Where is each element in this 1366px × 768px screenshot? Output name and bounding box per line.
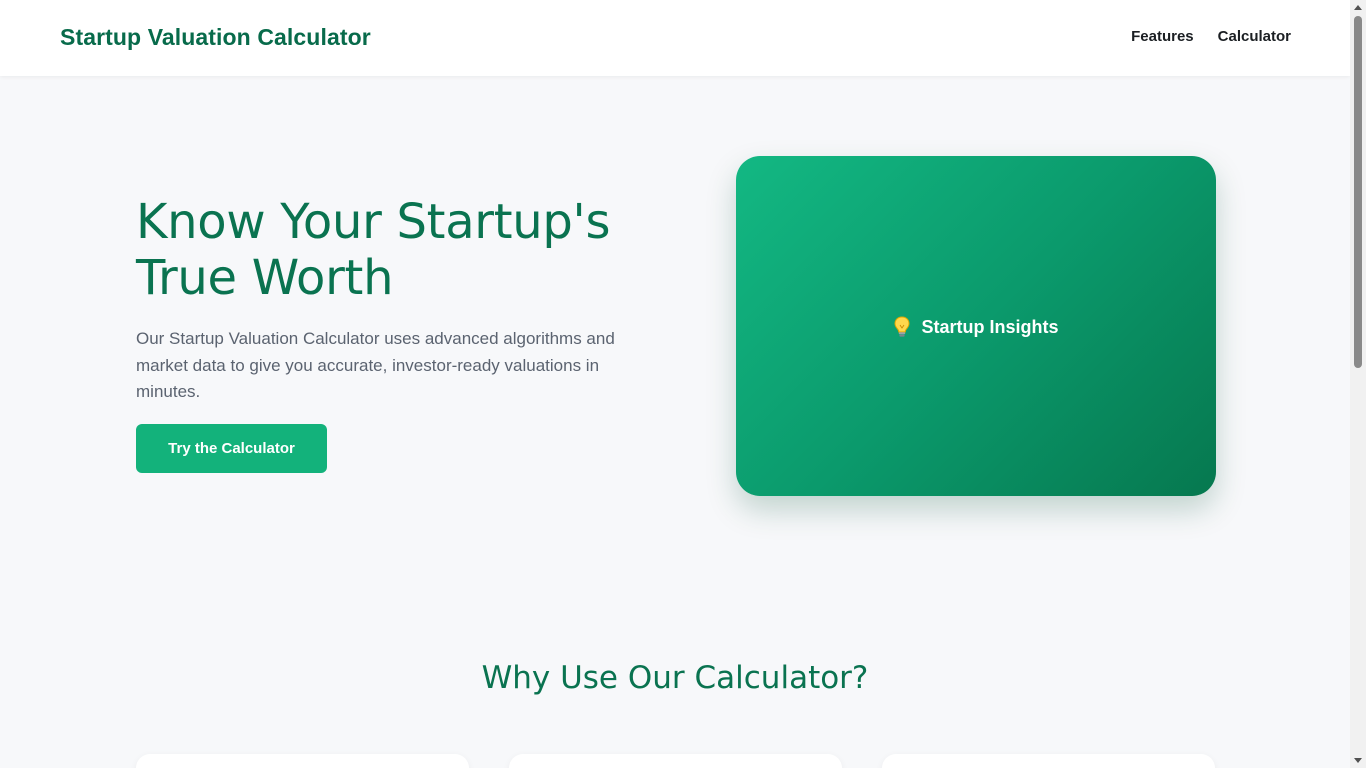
- brand-logo-text[interactable]: Startup Valuation Calculator: [60, 24, 371, 51]
- vertical-scrollbar[interactable]: [1350, 0, 1366, 768]
- page: Startup Valuation Calculator Features Ca…: [0, 0, 1350, 768]
- hero-description: Our Startup Valuation Calculator uses ad…: [136, 329, 615, 401]
- main-nav: Features Calculator: [1131, 28, 1291, 45]
- why-section-title: Why Use Our Calculator?: [481, 660, 869, 696]
- hero-title: Know Your Startup's True Worth: [136, 194, 611, 306]
- nav-link-features[interactable]: Features: [1131, 28, 1194, 45]
- insight-card-title: Startup Insights: [921, 316, 1059, 337]
- nav-link-calculator[interactable]: Calculator: [1218, 28, 1291, 45]
- lightbulb-icon: [893, 316, 911, 338]
- feature-card: [882, 754, 1215, 768]
- feature-card: [509, 754, 842, 768]
- scrollbar-thumb[interactable]: [1354, 16, 1362, 368]
- try-calculator-button[interactable]: Try the Calculator: [136, 424, 327, 473]
- site-header: Startup Valuation Calculator Features Ca…: [0, 0, 1350, 76]
- scroll-down-arrow-icon[interactable]: [1354, 758, 1362, 763]
- startup-insights-card: Startup Insights: [736, 156, 1216, 496]
- scroll-up-arrow-icon[interactable]: [1354, 5, 1362, 10]
- feature-card: [136, 754, 469, 768]
